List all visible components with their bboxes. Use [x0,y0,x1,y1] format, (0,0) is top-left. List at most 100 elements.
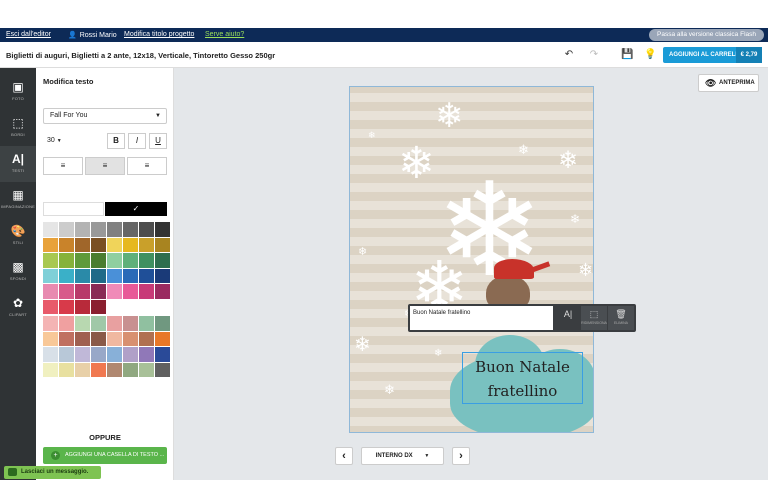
color-swatch[interactable] [155,331,170,346]
user-menu[interactable]: 👤 Rossi Mario [68,31,117,40]
color-swatch[interactable] [75,316,90,331]
color-swatch[interactable] [155,362,170,377]
color-swatch[interactable] [91,299,106,314]
color-swatch[interactable] [91,284,106,299]
color-swatch[interactable] [75,268,90,283]
color-swatch[interactable] [155,316,170,331]
chat-button[interactable]: Lasciaci un messaggio. [4,466,101,479]
color-swatch[interactable] [139,284,154,299]
color-swatch[interactable] [75,237,90,252]
text-input[interactable]: Buon Natale fratellino [410,306,553,330]
help-link[interactable]: Serve aiuto? [205,31,244,38]
color-swatch[interactable] [75,362,90,377]
exit-editor-link[interactable]: Esci dall'editor [6,31,51,38]
color-swatch[interactable] [91,222,106,237]
underline-button[interactable]: U [149,133,167,149]
color-swatch[interactable] [139,268,154,283]
flash-version-button[interactable]: Passa alla versione classica Flash [649,29,764,41]
delete-button[interactable]: 🗑 ELIMINA [608,306,634,330]
add-to-cart-button[interactable]: AGGIUNGI AL CARRELLO € 2,79 [663,47,762,63]
rail-item-impaginazione[interactable]: ▦ IMPAGINAZIONE [0,182,36,218]
color-swatch[interactable] [123,253,138,268]
color-swatch[interactable] [107,331,122,346]
color-swatch[interactable] [107,347,122,362]
rail-item-stili[interactable]: 🎨 STILI [0,218,36,254]
color-swatch[interactable] [59,331,74,346]
color-swatch[interactable] [107,284,122,299]
color-swatch[interactable] [59,268,74,283]
color-swatch[interactable] [123,284,138,299]
rail-item-clipart[interactable]: ✿ CLIPART [0,290,36,326]
prev-page-button[interactable]: ‹ [335,447,353,465]
color-swatch[interactable] [43,362,58,377]
text-cursor-button[interactable]: A| [555,306,581,330]
color-swatch[interactable] [139,362,154,377]
white-swatch[interactable] [43,202,104,216]
color-swatch[interactable] [75,253,90,268]
color-swatch[interactable] [59,316,74,331]
color-swatch[interactable] [75,347,90,362]
color-swatch[interactable] [139,347,154,362]
color-swatch[interactable] [59,284,74,299]
color-swatch[interactable] [43,331,58,346]
undo-icon[interactable]: ↶ [563,49,575,61]
color-swatch[interactable] [123,347,138,362]
font-family-select[interactable]: Fall For You ▼ [43,108,167,124]
lightbulb-icon[interactable]: 💡 [644,49,656,61]
color-swatch[interactable] [43,268,58,283]
color-swatch[interactable] [91,331,106,346]
color-swatch[interactable] [155,222,170,237]
align-left-button[interactable]: ≡ [43,157,83,175]
color-swatch[interactable] [91,268,106,283]
resize-button[interactable]: ⬚ RIDIMENSIONA [581,306,607,330]
color-swatch[interactable] [107,237,122,252]
color-swatch[interactable] [107,316,122,331]
color-swatch[interactable] [59,222,74,237]
color-swatch[interactable] [91,316,106,331]
redo-icon[interactable]: ↷ [588,49,600,61]
edit-title-link[interactable]: Modifica titolo progetto [124,31,194,38]
color-swatch[interactable] [59,253,74,268]
align-center-button[interactable]: ≡ [85,157,125,175]
color-swatch[interactable] [123,222,138,237]
color-swatch[interactable] [59,347,74,362]
color-swatch[interactable] [155,284,170,299]
color-swatch[interactable] [75,284,90,299]
color-swatch[interactable] [139,331,154,346]
color-swatch[interactable] [43,237,58,252]
font-size-select[interactable]: 30 ▼ [43,133,73,149]
color-swatch[interactable] [107,268,122,283]
preview-button[interactable]: 👁 ANTEPRIMA [698,74,759,92]
next-page-button[interactable]: › [452,447,470,465]
color-swatch[interactable] [123,268,138,283]
add-text-box-button[interactable]: + AGGIUNGI UNA CASELLA DI TESTO ... [43,447,167,464]
card-text-box[interactable]: Buon Natale fratellino [462,352,583,404]
italic-button[interactable]: I [128,133,146,149]
color-swatch[interactable] [43,253,58,268]
color-swatch[interactable] [59,362,74,377]
rail-item-sfondi[interactable]: ▩ SFONDI [0,254,36,290]
rail-item-foto[interactable]: ▣ FOTO [0,74,36,110]
color-swatch[interactable] [43,222,58,237]
color-swatch[interactable] [139,253,154,268]
color-swatch[interactable] [75,299,90,314]
color-swatch[interactable] [59,299,74,314]
color-swatch[interactable] [43,299,58,314]
color-swatch[interactable] [123,331,138,346]
color-swatch[interactable] [139,316,154,331]
color-swatch[interactable] [75,331,90,346]
color-swatch[interactable] [155,268,170,283]
color-swatch[interactable] [43,316,58,331]
align-right-button[interactable]: ≡ [127,157,167,175]
rail-item-testi[interactable]: A| TESTI [0,146,36,182]
color-swatch[interactable] [107,253,122,268]
color-swatch[interactable] [91,347,106,362]
color-swatch[interactable] [155,347,170,362]
color-swatch[interactable] [107,362,122,377]
black-swatch[interactable]: ✓ [105,202,167,216]
bold-button[interactable]: B [107,133,125,149]
save-icon[interactable]: 💾 [621,49,633,61]
color-swatch[interactable] [155,253,170,268]
color-swatch[interactable] [91,237,106,252]
color-swatch[interactable] [139,237,154,252]
